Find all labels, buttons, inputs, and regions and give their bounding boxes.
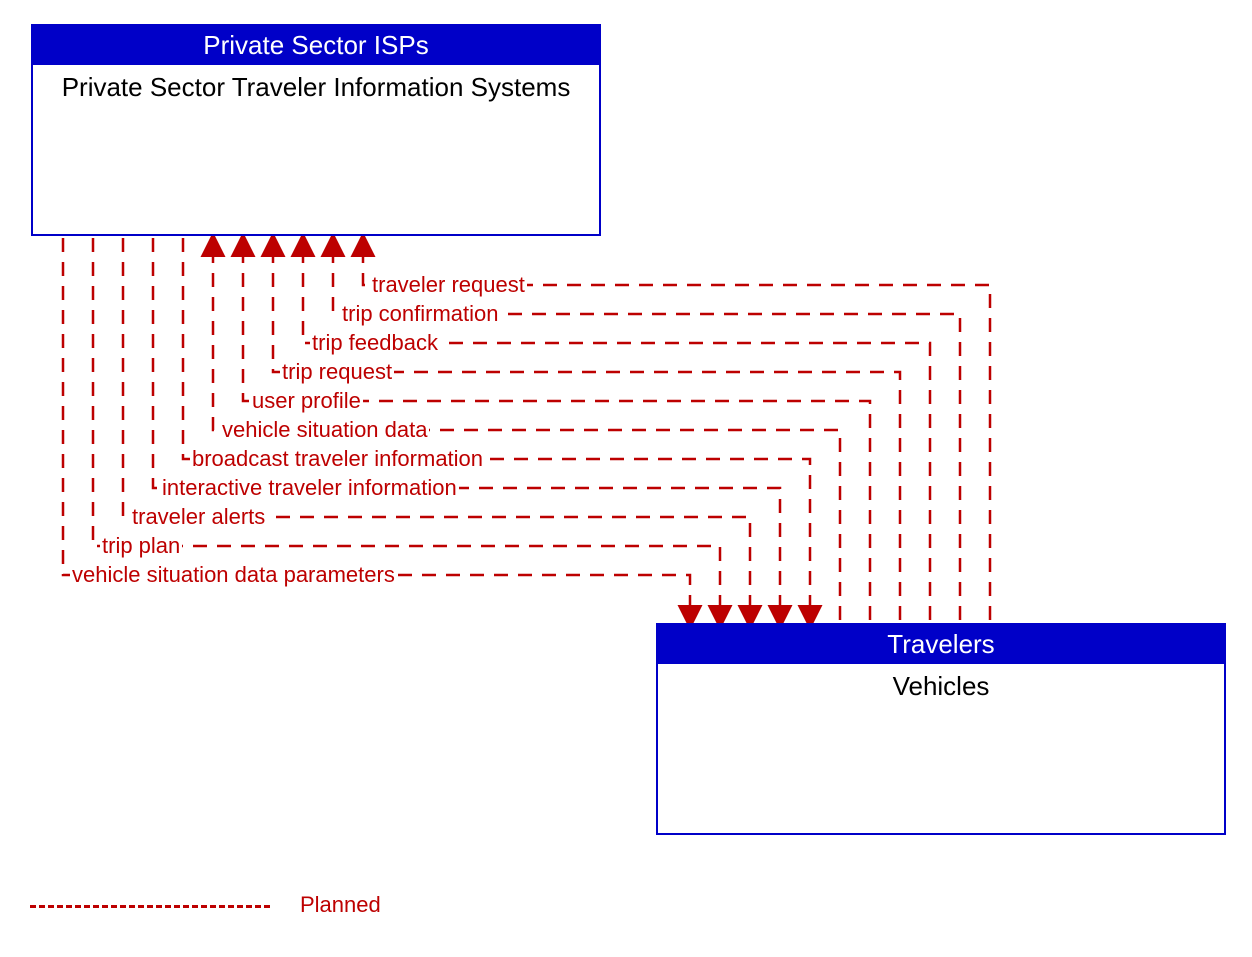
entity-travelers-title: Vehicles bbox=[658, 664, 1224, 709]
flow-label: trip request bbox=[280, 360, 394, 384]
legend-line-planned bbox=[30, 905, 270, 908]
flow-label: trip plan bbox=[100, 534, 182, 558]
entity-isp-header: Private Sector ISPs bbox=[33, 26, 599, 65]
flow-label: traveler alerts bbox=[130, 505, 267, 529]
entity-isp-title: Private Sector Traveler Information Syst… bbox=[33, 65, 599, 110]
flow-label: broadcast traveler information bbox=[190, 447, 485, 471]
flow-label: interactive traveler information bbox=[160, 476, 459, 500]
flow-label: trip feedback bbox=[310, 331, 440, 355]
entity-travelers-header: Travelers bbox=[658, 625, 1224, 664]
flow-label: vehicle situation data bbox=[220, 418, 429, 442]
flow-label: vehicle situation data parameters bbox=[70, 563, 397, 587]
flow-label: user profile bbox=[250, 389, 363, 413]
flow-label: traveler request bbox=[370, 273, 527, 297]
entity-isp: Private Sector ISPs Private Sector Trave… bbox=[31, 24, 601, 236]
entity-travelers: Travelers Vehicles bbox=[656, 623, 1226, 835]
legend-label: Planned bbox=[300, 892, 381, 918]
flow-label: trip confirmation bbox=[340, 302, 501, 326]
